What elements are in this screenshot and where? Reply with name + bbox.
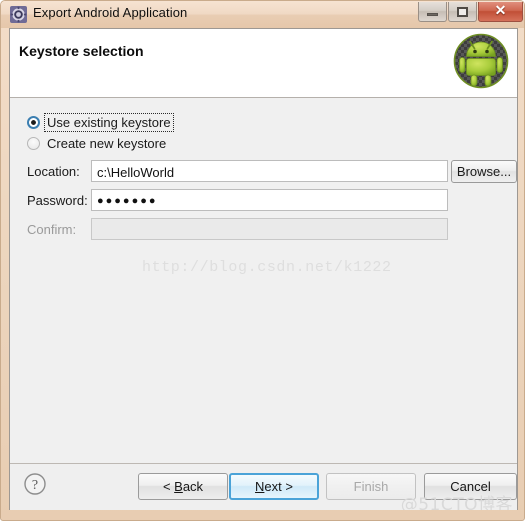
radio-selected-icon — [27, 115, 40, 129]
help-icon[interactable]: ? — [23, 472, 47, 496]
location-input[interactable]: c:\HelloWorld — [91, 160, 448, 182]
window-title: Export Android Application — [33, 5, 188, 20]
export-android-application-window: Export Android Application ✕ Keystore se… — [0, 0, 525, 521]
title-bar[interactable]: Export Android Application ✕ — [1, 1, 524, 28]
radio-unselected-icon — [27, 136, 40, 150]
password-row: Password: ●●●●●●● — [27, 189, 501, 211]
minimize-icon — [419, 2, 446, 21]
location-row: Location: c:\HelloWorld — [27, 160, 501, 182]
eclipse-export-icon — [10, 6, 27, 23]
maximize-button[interactable] — [448, 2, 477, 22]
back-button[interactable]: < Back — [138, 473, 228, 500]
confirm-input — [91, 218, 448, 240]
radio-use-existing-keystore[interactable]: Use existing keystore — [27, 112, 174, 132]
dialog-header: Keystore selection — [10, 29, 517, 98]
radio-label-use-existing: Use existing keystore — [44, 112, 174, 132]
svg-text:?: ? — [32, 478, 38, 493]
dialog-button-bar: ? < Back Next > Finish Cancel @51CTO博客 — [10, 463, 517, 510]
confirm-label: Confirm: — [27, 221, 77, 237]
radio-create-new-keystore[interactable]: Create new keystore — [27, 134, 168, 152]
maximize-icon — [449, 2, 476, 21]
close-button[interactable]: ✕ — [478, 2, 523, 22]
dialog-panel: Keystore selection Use existing keystore… — [9, 28, 518, 510]
watermark-url: http://blog.csdn.net/k1222 — [142, 259, 392, 276]
password-label: Password: — [27, 192, 88, 208]
password-input[interactable]: ●●●●●●● — [91, 189, 448, 211]
back-button-label: < Back — [162, 479, 204, 494]
next-button-label: Next > — [255, 479, 293, 494]
window-controls: ✕ — [417, 2, 523, 22]
confirm-row: Confirm: — [27, 218, 501, 240]
radio-label-create-new: Create new keystore — [47, 135, 167, 151]
close-icon: ✕ — [494, 3, 507, 19]
page-title: Keystore selection — [19, 43, 144, 59]
location-label: Location: — [27, 163, 80, 179]
watermark-brand: @51CTO博客 — [400, 495, 513, 510]
browse-button[interactable]: Browse... — [451, 160, 517, 183]
dialog-content: Use existing keystore Create new keystor… — [10, 98, 517, 463]
minimize-button[interactable] — [418, 2, 447, 22]
finish-button-label: Finish — [353, 479, 389, 494]
android-robot-logo — [452, 32, 510, 90]
next-button[interactable]: Next > — [229, 473, 319, 500]
